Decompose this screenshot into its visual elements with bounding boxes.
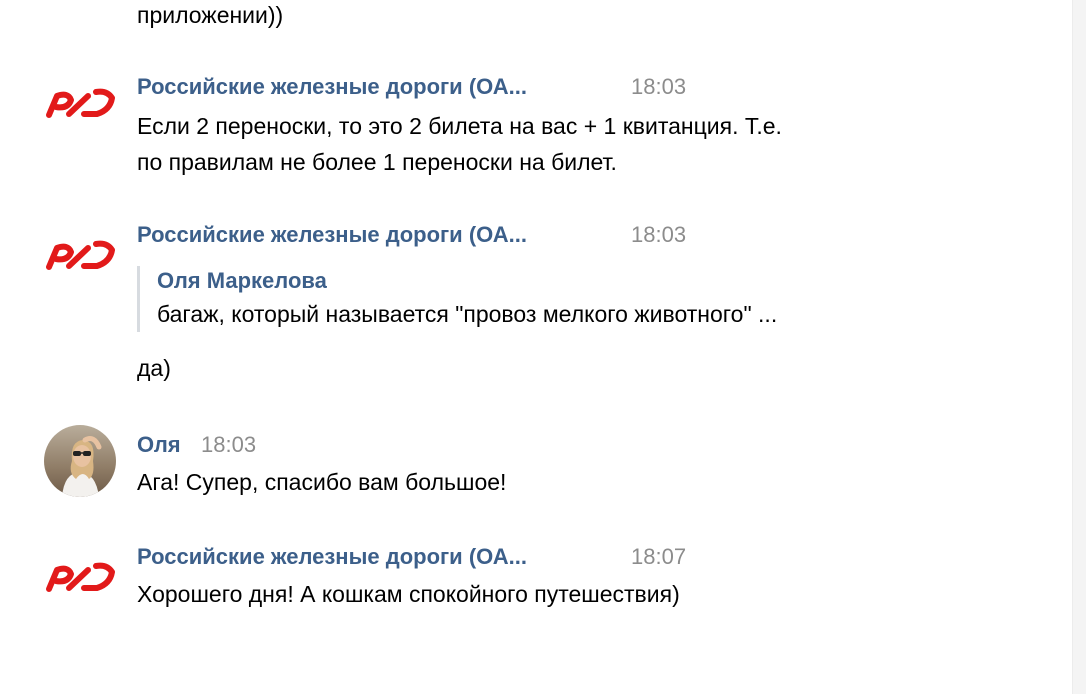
message-group: Оля 18:03 Ага! Супер, спасибо вам большо… [0, 425, 1072, 510]
message-group: Российские железные дороги (ОА... 18:07 … [0, 542, 1072, 622]
message-text-fragment: приложении)) [137, 2, 284, 28]
message-text-line: Хорошего дня! А кошкам спокойного путеше… [137, 581, 680, 607]
message-timestamp: 18:03 [631, 222, 687, 247]
rzd-logo-icon[interactable] [44, 82, 118, 122]
user-avatar[interactable] [44, 425, 116, 497]
sender-name[interactable]: Российские железные дороги (ОА... [137, 220, 527, 250]
message-timestamp: 18:03 [201, 432, 257, 457]
rzd-logo-icon[interactable] [44, 234, 118, 274]
scrollbar[interactable] [1072, 0, 1086, 694]
sender-name[interactable]: Российские железные дороги (ОА... [137, 72, 527, 102]
message-text-line: Ага! Супер, спасибо вам большое! [137, 469, 507, 495]
sender-name[interactable]: Российские железные дороги (ОА... [137, 542, 527, 572]
message-group: Российские железные дороги (ОА... 18:03 … [0, 220, 1072, 390]
message-timestamp: 18:03 [631, 74, 687, 99]
chat-history: приложении)) Российские железные дороги … [0, 0, 1072, 694]
message-text-line: по правилам не более 1 переноски на биле… [137, 149, 617, 175]
reply-quote[interactable]: Оля Маркелова багаж, который называется … [137, 266, 777, 332]
sender-name[interactable]: Оля [137, 430, 181, 460]
user-avatar-photo [44, 425, 116, 497]
quote-text: багаж, который называется "провоз мелког… [157, 301, 778, 327]
message-group: Российские железные дороги (ОА... 18:03 … [0, 72, 1072, 192]
message-timestamp: 18:07 [631, 544, 687, 569]
message-text-line: Если 2 переноски, то это 2 билета на вас… [137, 113, 782, 139]
quote-author: Оля Маркелова [157, 268, 327, 293]
message-text-line: да) [137, 355, 171, 381]
rzd-logo-icon[interactable] [44, 556, 118, 596]
